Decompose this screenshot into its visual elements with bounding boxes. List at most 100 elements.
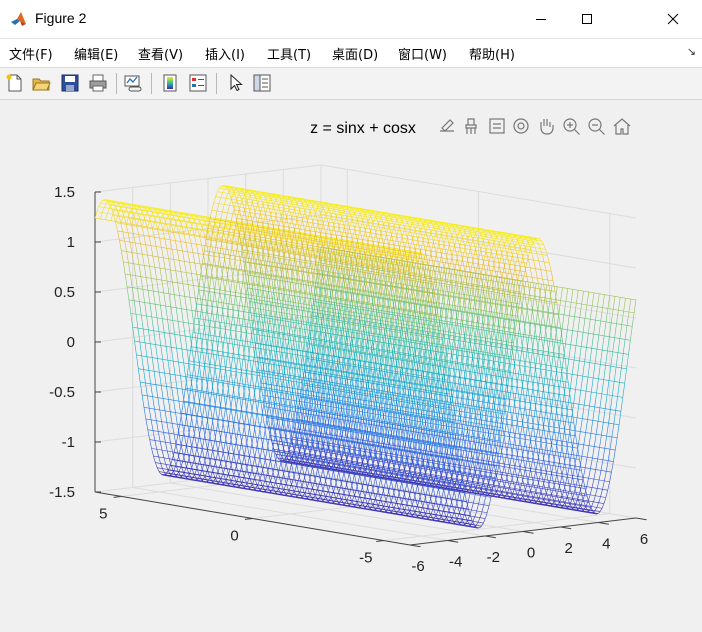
pointer-icon[interactable]: [226, 73, 246, 93]
mesh-line: [419, 428, 422, 447]
mesh-line: [487, 439, 490, 458]
mesh-line: [202, 467, 205, 475]
mesh-line: [380, 343, 383, 364]
mesh-line: [380, 231, 383, 243]
mesh-line: [134, 301, 137, 321]
mesh-line: [145, 211, 148, 217]
legend-icon[interactable]: [188, 73, 208, 93]
mesh-line: [301, 484, 304, 492]
dock-arrow-icon[interactable]: ↘: [687, 45, 696, 58]
mesh-line: [422, 238, 425, 250]
mesh-line: [422, 350, 425, 371]
menu-edit[interactable]: 编辑(E): [74, 44, 118, 63]
mesh-line: [340, 415, 343, 434]
mesh-line: [350, 325, 353, 346]
mesh-line: [137, 282, 140, 302]
mesh-line: [532, 416, 535, 435]
mesh-line: [558, 420, 561, 439]
print-icon[interactable]: [88, 73, 108, 93]
mesh-line: [193, 348, 196, 369]
figure-canvas[interactable]: -6-4-20246-505-1.5-1-0.500.511.5 z = sin…: [0, 100, 702, 628]
surface-plot[interactable]: -6-4-20246-505-1.5-1-0.500.511.5 z = sin…: [0, 100, 702, 628]
mesh-line: [293, 356, 296, 376]
mesh-line: [466, 345, 469, 366]
mesh-line: [462, 272, 465, 288]
menu-window[interactable]: 窗口(W): [398, 44, 447, 63]
menu-tools[interactable]: 工具(T): [267, 44, 311, 63]
mesh-line: [535, 248, 538, 258]
mesh-line: [267, 352, 270, 372]
mesh-line: [287, 315, 290, 336]
menu-help[interactable]: 帮助(H): [469, 44, 515, 63]
mesh-line: [363, 495, 366, 502]
mesh-line: [165, 269, 168, 287]
mesh-line: [418, 337, 421, 358]
title-bar: Figure 2: [0, 0, 702, 39]
mesh-line: [162, 469, 165, 474]
maximize-button[interactable]: [564, 0, 610, 38]
mesh-line: [413, 336, 416, 357]
new-figure-icon[interactable]: [5, 73, 25, 93]
menu-file[interactable]: 文件(F): [9, 44, 53, 63]
mesh-line: [135, 209, 138, 215]
mesh-line: [454, 311, 457, 332]
save-icon[interactable]: [60, 73, 80, 93]
minimize-button[interactable]: [518, 0, 564, 38]
mesh-line: [431, 507, 434, 514]
close-button[interactable]: [650, 0, 696, 38]
mesh-line: [405, 503, 408, 510]
mesh-line: [199, 348, 202, 369]
mesh-line: [565, 361, 568, 382]
mesh-line: [400, 235, 403, 247]
mesh-line: [374, 230, 377, 242]
mesh-line: [225, 395, 228, 414]
mesh-line: [520, 282, 523, 298]
mesh-line: [326, 489, 329, 496]
mesh-line: [538, 242, 541, 249]
property-editor-icon[interactable]: [252, 73, 272, 93]
mesh-line: [415, 504, 418, 511]
mesh-line: [519, 388, 522, 408]
mesh-line: [248, 380, 251, 400]
mesh-line: [199, 305, 202, 326]
mesh-line: [310, 487, 313, 494]
mesh-line: [628, 299, 631, 319]
mesh-line: [475, 315, 478, 336]
mesh-line: [387, 331, 390, 352]
mesh-line: [467, 257, 470, 272]
mesh-line: [427, 505, 430, 513]
menu-insert[interactable]: 插入(I): [205, 44, 245, 63]
mesh-line: [494, 262, 497, 277]
mesh-line: [175, 241, 178, 255]
mesh-line: [141, 249, 144, 266]
mesh-line: [456, 434, 459, 453]
mesh-line: [270, 479, 273, 487]
mesh-line: [359, 227, 362, 239]
link-plot-icon[interactable]: [123, 73, 143, 93]
mesh-line: [480, 248, 483, 260]
surface-mesh: [95, 185, 636, 528]
mesh-line: [322, 488, 325, 496]
mesh-line: [171, 307, 174, 327]
mesh-line: [323, 333, 326, 354]
mesh-line: [612, 296, 615, 316]
colorbar-icon[interactable]: [160, 73, 180, 93]
mesh-line: [540, 432, 543, 450]
mesh-line: [615, 317, 618, 338]
figure-toolbar: [0, 68, 702, 100]
menu-view[interactable]: 查看(V): [138, 44, 183, 63]
mesh-line: [588, 399, 591, 419]
menu-desktop[interactable]: 桌面(D): [332, 44, 378, 63]
mesh-line: [240, 435, 243, 451]
mesh-line: [570, 331, 573, 352]
mesh-line: [193, 427, 196, 443]
mesh-line: [231, 310, 234, 331]
mesh-line: [583, 355, 586, 377]
open-icon[interactable]: [31, 73, 51, 93]
mesh-line: [412, 503, 415, 511]
mesh-line: [214, 351, 217, 372]
mesh-line: [471, 346, 474, 367]
mesh-line: [288, 320, 291, 341]
mesh-line: [340, 323, 343, 344]
mesh-line: [548, 259, 551, 271]
